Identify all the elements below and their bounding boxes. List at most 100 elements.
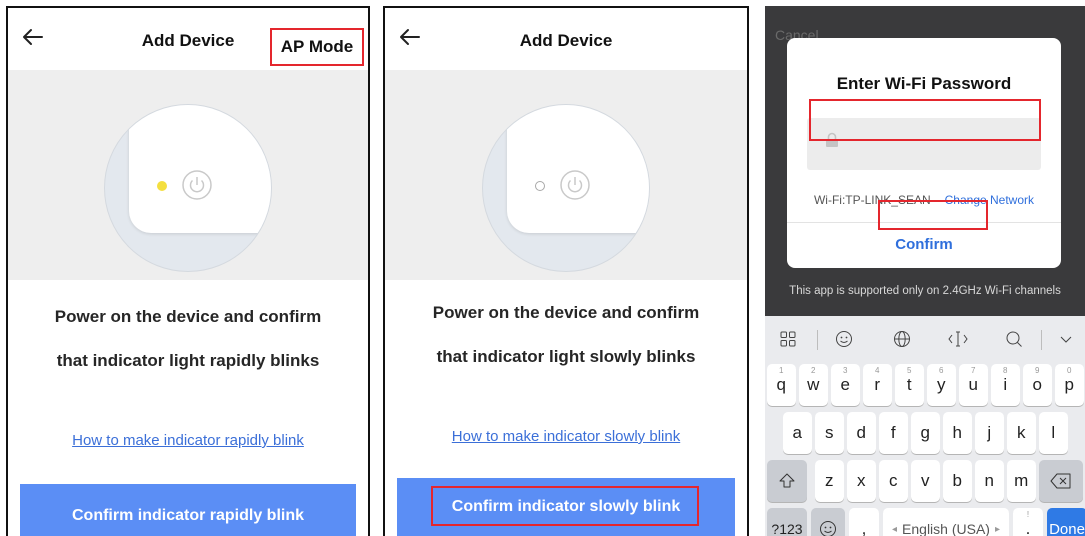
instruction-line-2: that indicator light slowly blinks [436,347,696,366]
key-d[interactable]: d [847,412,876,454]
key-hint: 4 [875,366,880,375]
device-illustration [8,70,368,280]
key-label: u [968,375,978,394]
globe-icon[interactable] [889,326,915,352]
key-label: y [937,375,946,394]
backspace-glyph [1050,473,1071,489]
dialog-title: Enter Wi-Fi Password [836,74,1012,93]
space-left-arrow-icon: ◂ [892,523,898,535]
space-right-arrow-icon: ▸ [994,523,1000,535]
key-label: h [952,423,962,442]
key-k[interactable]: k [1007,412,1036,454]
highlight-box [431,486,699,526]
key-label: e [840,375,850,394]
phone-panel-rapid-blink: Add Device AP Mode Power on the device a… [6,6,370,536]
key-label: b [952,471,962,490]
key-q[interactable]: 1q [767,364,796,406]
emoji-key[interactable] [811,508,845,536]
key-c[interactable]: c [879,460,908,502]
key-label: , [861,519,867,536]
key-u[interactable]: 7u [959,364,988,406]
confirm-button[interactable]: Confirm [787,236,1061,253]
key-n[interactable]: n [975,460,1004,502]
key-label: Done [1049,520,1085,536]
key-label: s [825,423,834,442]
toolbar-divider [817,330,818,350]
key-hint: 6 [939,366,944,375]
key-h[interactable]: h [943,412,972,454]
key-label: k [1017,423,1026,442]
key-b[interactable]: b [943,460,972,502]
shift-icon[interactable] [767,460,807,502]
backspace-icon[interactable] [1039,460,1083,502]
key-o[interactable]: 9o [1023,364,1052,406]
key-label: v [921,471,930,490]
key-j[interactable]: j [975,412,1004,454]
indicator-light-icon [535,181,545,191]
chevron-down-icon[interactable] [1053,326,1079,352]
key-label: . [1025,519,1031,536]
key-l[interactable]: l [1039,412,1068,454]
key-m[interactable]: m [1007,460,1036,502]
key-label: ?123 [771,521,803,536]
key-f[interactable]: f [879,412,908,454]
key-hint: 5 [907,366,912,375]
key-hint: 8 [1003,366,1008,375]
instruction-text: Power on the device and confirm that ind… [385,300,747,370]
key-p[interactable]: 0p [1055,364,1084,406]
emoji-icon[interactable] [831,326,857,352]
key-a[interactable]: a [783,412,812,454]
key-i[interactable]: 8i [991,364,1020,406]
key-label: q [776,375,786,394]
search-icon[interactable] [1001,326,1027,352]
comma-key[interactable]: , [849,508,879,536]
key-s[interactable]: s [815,412,844,454]
key-y[interactable]: 6y [927,364,956,406]
key-hint: 1 [779,366,784,375]
space-key[interactable]: ◂ English (USA) ▸ [883,508,1009,536]
confirm-rapid-blink-button[interactable]: Confirm indicator rapidly blink [20,484,356,536]
power-icon [182,170,212,200]
keyboard-toolbar [765,320,1085,358]
mode-key[interactable]: ?123 [767,508,807,536]
done-key[interactable]: Done [1047,508,1085,536]
key-label: w [807,375,820,394]
key-t[interactable]: 5t [895,364,924,406]
key-hint: 3 [843,366,848,375]
period-key[interactable]: !. [1013,508,1043,536]
wifi-band-note: This app is supported only on 2.4GHz Wi-… [789,285,1061,297]
key-label: p [1064,375,1074,394]
confirm-highlight-box [878,200,988,230]
illustration-circle [104,104,272,272]
instruction-text: Power on the device and confirm that ind… [8,304,368,374]
power-icon [560,170,590,200]
phone-panel-wifi-password: Cancel Enter Wi-Fi Password Wi-Fi:TP-LIN… [765,6,1085,536]
key-label: o [1032,375,1042,394]
instruction-line-1: Power on the device and confirm [432,303,700,322]
cursor-icon[interactable] [945,326,971,352]
key-hint: 9 [1035,366,1040,375]
grid-icon[interactable] [775,326,801,352]
header: Add Device [385,8,747,70]
on-screen-keyboard: 1 q 2 w 3 e 4 r 5 t 6 y 7 u 8 i 9 o 0 p a s d f g h j k l z x c v b n m ?123… [765,316,1085,536]
device-graphic [129,105,271,233]
key-w[interactable]: 2w [799,364,828,406]
help-link[interactable]: How to make indicator rapidly blink [8,432,368,449]
key-v[interactable]: v [911,460,940,502]
key-label: f [890,423,896,442]
key-r[interactable]: 4r [863,364,892,406]
key-label: g [920,423,930,442]
key-x[interactable]: x [847,460,876,502]
space-key-label: English (USA) [902,521,990,536]
key-e[interactable]: 3e [831,364,860,406]
key-label: l [1051,423,1056,442]
key-hint: ! [1026,510,1030,519]
emoji-icon [820,521,836,536]
phone-panel-slow-blink: Add Device Power on the device and confi… [383,6,749,536]
key-g[interactable]: g [911,412,940,454]
key-z[interactable]: z [815,460,844,502]
password-highlight-box [809,99,1041,141]
help-link[interactable]: How to make indicator slowly blink [385,428,747,445]
ap-mode-button[interactable]: AP Mode [270,28,364,66]
device-illustration [385,70,747,280]
